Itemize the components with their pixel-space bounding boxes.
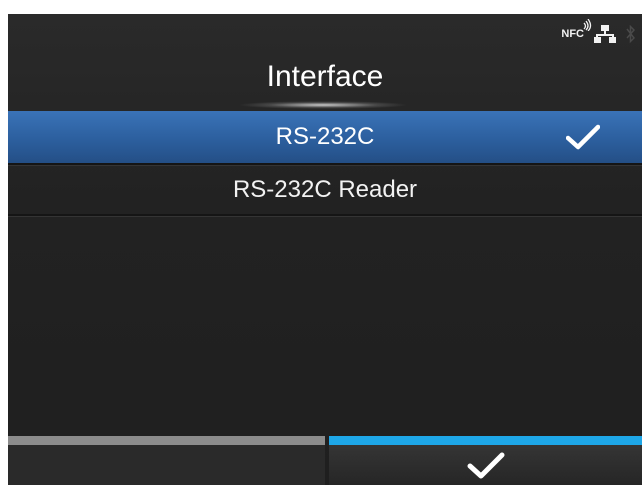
wired-network-icon — [594, 25, 616, 43]
softkey-left[interactable] — [8, 436, 325, 485]
menu-item-label: RS-232C Reader — [232, 176, 418, 203]
checkmark-icon — [467, 452, 504, 479]
nfc-waves-icon — [583, 19, 592, 31]
status-bar: NFC — [561, 19, 636, 44]
menu-item-rs232c[interactable]: RS-232C — [8, 111, 642, 163]
softkey-confirm-button[interactable] — [329, 436, 642, 485]
checkmark-icon — [566, 124, 600, 150]
menu-divider — [8, 214, 642, 217]
menu-item-label: RS-232C — [275, 123, 375, 150]
title-underline-glow — [238, 101, 408, 109]
bluetooth-icon — [626, 24, 636, 44]
printer-lcd-screen: NFC Interface RS-232C RS-232C Reader — [8, 14, 642, 485]
nfc-icon: NFC — [561, 19, 592, 40]
page-title: Interface — [266, 60, 384, 93]
menu-item-rs232c-reader[interactable]: RS-232C Reader — [8, 164, 642, 216]
nfc-label: NFC — [561, 28, 584, 40]
